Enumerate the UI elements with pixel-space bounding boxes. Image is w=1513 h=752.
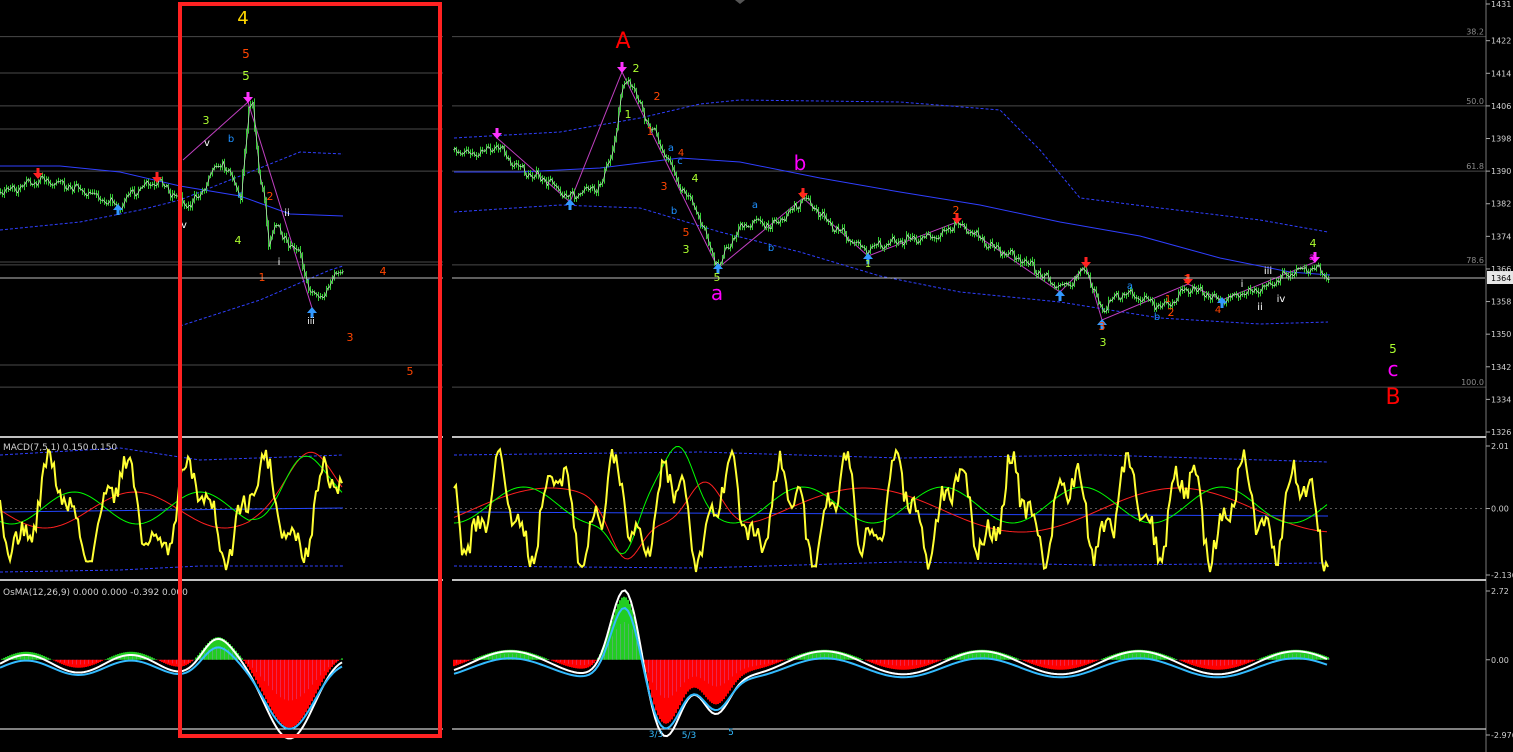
wave-label: a	[752, 200, 758, 211]
wave-label: 4	[237, 8, 248, 29]
macd-tick-label: -2.136	[1491, 571, 1513, 580]
wave-label: iii	[307, 317, 315, 327]
wave-label: a	[711, 281, 723, 305]
osma-title: OsMA(12,26,9) 0.000 0.000 -0.392 0.000	[3, 588, 188, 598]
price-tick-label: 1342	[1491, 363, 1511, 372]
wave-label: A	[615, 29, 630, 54]
wave-label: 1	[1165, 294, 1171, 305]
wave-label: 5	[407, 365, 414, 378]
wave-label: c	[1388, 357, 1399, 381]
wave-label: 2	[267, 190, 274, 203]
wave-label: 1	[865, 259, 871, 270]
chart-background	[0, 0, 1513, 752]
wave-label: a	[1127, 281, 1133, 292]
wave-label: b	[768, 243, 774, 254]
wave-label: 3	[661, 180, 668, 193]
macd-tick-label: 2.01	[1491, 442, 1509, 451]
wave-label: 2	[1168, 306, 1175, 319]
macd-tick-label: 0.00	[1491, 505, 1509, 514]
osma-tick-label: 0.00	[1491, 656, 1509, 665]
wave-label: b	[671, 206, 677, 217]
osma-tick-label: -2.976	[1491, 731, 1513, 740]
wave-label: a	[1309, 252, 1315, 263]
wave-label: b	[794, 151, 807, 175]
wave-label: 5	[242, 69, 250, 83]
wave-label: 5	[242, 47, 250, 61]
wave-label: 2	[654, 90, 661, 103]
trading-chart[interactable]: 38.250.061.878.6100.0 4553vbcv42iii1iii4…	[0, 0, 1513, 752]
price-tick-label: 1398	[1491, 135, 1511, 144]
wave-label: ii	[1257, 302, 1263, 313]
price-tick-label: 1382	[1491, 200, 1511, 209]
wave-label: ii	[284, 208, 290, 219]
price-tick-label: 1414	[1491, 69, 1511, 78]
wave-label: 3	[1100, 336, 1107, 349]
wave-label: 2	[633, 62, 640, 75]
price-tick-label: 1350	[1491, 330, 1511, 339]
wave-label: b	[228, 134, 234, 145]
price-tick-label: 1422	[1491, 37, 1511, 46]
wave-label: iv	[1277, 294, 1286, 305]
current-price-label: 1364	[1491, 274, 1511, 283]
session-gap	[443, 0, 452, 740]
fib-label: 78.6	[1466, 256, 1484, 265]
fib-label: 100.0	[1461, 378, 1484, 387]
price-tick-label: 1390	[1491, 167, 1511, 176]
wave-label: c	[799, 189, 805, 200]
macd-title: MACD(7,5,1) 0.150 0.150	[3, 443, 117, 453]
price-tick-label: 1358	[1491, 298, 1511, 307]
wave-label: b	[1154, 312, 1160, 323]
price-tick-label: 1366	[1491, 265, 1511, 274]
price-tick-label: 1374	[1491, 232, 1511, 241]
wave-label: c	[237, 190, 243, 201]
wave-label: 5	[683, 226, 690, 239]
price-tick-label: 1431	[1491, 0, 1511, 9]
wave-label: 4	[692, 172, 699, 185]
wave-label: 3	[347, 331, 354, 344]
wave-label: i	[278, 257, 281, 268]
wave-label: B	[1385, 385, 1400, 410]
osma-annotation: 5	[728, 728, 734, 738]
wave-label: 4	[380, 265, 387, 278]
wave-label: 3	[683, 243, 690, 256]
wave-label: 2	[953, 204, 960, 217]
wave-label: 3	[1184, 273, 1191, 286]
osma-annotation: 3/3	[649, 730, 663, 740]
wave-label: 3	[1099, 320, 1106, 333]
wave-label: 4	[235, 234, 242, 247]
wave-label: a	[668, 143, 674, 154]
price-tick-label: 1326	[1491, 428, 1511, 437]
wave-label: iii	[1264, 266, 1272, 277]
wave-label: 1	[647, 125, 654, 138]
wave-label: 5	[1389, 342, 1397, 356]
wave-label: 4	[1215, 305, 1221, 316]
wave-label: i	[1241, 279, 1244, 290]
price-tick-label: 1334	[1491, 395, 1511, 404]
price-tick-label: 1406	[1491, 102, 1511, 111]
wave-label: 4	[1310, 237, 1317, 250]
wave-label: 3	[203, 114, 210, 127]
fib-label: 61.8	[1466, 162, 1484, 171]
wave-label: c	[677, 156, 683, 167]
fib-label: 38.2	[1466, 28, 1484, 37]
wave-label: 1	[625, 108, 632, 121]
osma-tick-label: 2.72	[1491, 587, 1509, 596]
wave-label: v	[204, 138, 210, 149]
osma-annotation: 5/3	[682, 731, 696, 741]
fib-label: 50.0	[1466, 97, 1484, 106]
